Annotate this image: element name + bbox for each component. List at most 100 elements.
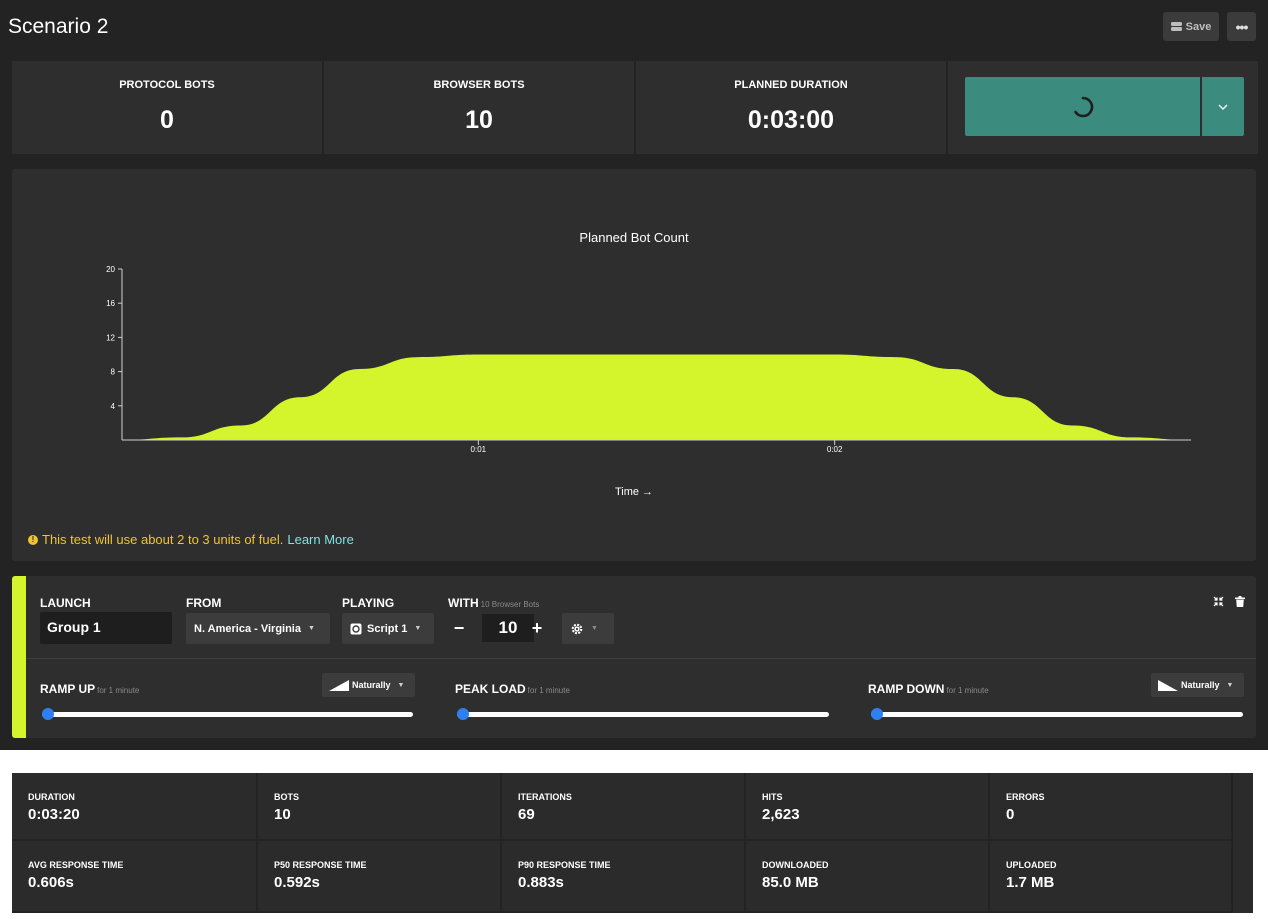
learn-more-link[interactable]: Learn More	[287, 532, 353, 547]
ramp-up-hint: for 1 minute	[97, 686, 140, 695]
more-options-button[interactable]: •••	[1227, 12, 1256, 41]
result-label: AVG RESPONSE TIME	[28, 860, 124, 870]
ramp-down-mode-select[interactable]: Naturally ▼	[1151, 673, 1244, 697]
result-label: P50 RESPONSE TIME	[274, 860, 367, 870]
save-button[interactable]: Save	[1163, 12, 1219, 41]
launch-label: LAUNCH	[40, 596, 91, 610]
result-label: ITERATIONS	[518, 792, 572, 802]
x-tick-label: 0:02	[827, 445, 843, 454]
protocol-bots-stat: PROTOCOL BOTS 0	[12, 61, 322, 154]
stat-label: PROTOCOL BOTS	[119, 79, 215, 91]
script-icon	[350, 623, 362, 634]
planned-bot-chart-panel: Planned Bot Count 4 8 12 16 20 0:01 0:02 Time →…	[12, 169, 1256, 561]
fuel-note: ! This test will use about 2 to 3 units …	[28, 532, 354, 547]
increment-button[interactable]: +	[526, 614, 548, 642]
bot-count-area	[122, 354, 1191, 440]
result-value: 10	[274, 806, 291, 823]
browser-bots-stat: BROWSER BOTS 10	[324, 61, 634, 154]
ramp-up-mode: Naturally	[352, 680, 391, 690]
stat-value: 0:03:00	[747, 106, 835, 134]
result-value: 85.0 MB	[762, 874, 819, 891]
region-value: N. America - Virginia	[194, 622, 301, 635]
stat-value: 0	[160, 106, 174, 134]
region-select[interactable]: N. America - Virginia ▼	[186, 613, 330, 644]
result-label: P90 RESPONSE TIME	[518, 860, 611, 870]
result-label: BOTS	[274, 792, 300, 802]
x-tick-label: 0:01	[471, 445, 487, 454]
launch-cell	[948, 61, 1258, 154]
result-p90-response-time: P90 RESPONSE TIME 0.883s	[502, 841, 746, 913]
peak-load-slider-track[interactable]	[457, 712, 829, 717]
result-label: DOWNLOADED	[762, 860, 829, 870]
fuel-note-text: This test will use about 2 to 3 units of…	[42, 532, 284, 547]
y-tick-label: 4	[111, 402, 116, 411]
result-value: 0.592s	[274, 874, 320, 891]
stat-label: PLANNED DURATION	[734, 79, 848, 91]
decrement-button[interactable]: −	[448, 614, 470, 642]
result-uploaded: UPLOADED 1.7 MB	[990, 841, 1233, 913]
caret-down-icon: ▼	[397, 681, 405, 689]
ramp-down-slider-track[interactable]	[871, 712, 1243, 717]
script-value: Script 1	[367, 622, 408, 635]
peak-load-label: PEAK LOAD for 1 minute	[455, 682, 570, 696]
result-bots: BOTS 10	[258, 773, 502, 841]
group-config-panel: LAUNCH Group 1 FROM N. America - Virgini…	[12, 576, 1256, 738]
result-avg-response-time: AVG RESPONSE TIME 0.606s	[12, 841, 258, 913]
page-title: Scenario 2	[8, 15, 109, 38]
peak-load-slider-handle[interactable]	[457, 708, 469, 720]
database-icon	[1170, 22, 1182, 31]
caret-down-icon: ▼	[591, 625, 598, 632]
result-value: 0	[1006, 806, 1015, 823]
from-label: FROM	[186, 596, 222, 610]
ramp-down-slider-handle[interactable]	[871, 708, 883, 720]
summary-stats: PROTOCOL BOTS 0 BROWSER BOTS 10 PLANNED …	[12, 61, 1258, 154]
ramp-up-slider-handle[interactable]	[42, 708, 54, 720]
ramp-down-label-text: RAMP DOWN	[868, 682, 945, 696]
stat-value: 10	[465, 106, 493, 134]
group-settings-select[interactable]: ▼	[562, 613, 614, 644]
peak-load-label-text: PEAK LOAD	[455, 682, 526, 696]
y-tick-label: 20	[106, 265, 115, 274]
ramp-down-mode: Naturally	[1181, 680, 1220, 690]
ramp-up-slider-track[interactable]	[42, 712, 413, 717]
results-panel: DURATION 0:03:20 BOTS 10 ITERATIONS 69 HITS…	[12, 773, 1253, 913]
script-select[interactable]: Script 1 ▼	[342, 613, 434, 644]
chevron-down-icon	[1218, 103, 1228, 110]
save-label: Save	[1185, 20, 1212, 33]
y-tick-label: 12	[106, 333, 115, 342]
info-icon: !	[28, 534, 38, 545]
ramp-down-hint: for 1 minute	[946, 686, 989, 695]
group-name-input[interactable]: Group 1	[40, 612, 172, 644]
ramp-down-shape-icon	[1158, 679, 1178, 691]
group-divider	[26, 658, 1256, 659]
launch-button[interactable]	[965, 77, 1200, 136]
scenario-app: Scenario 2 Save ••• PROTOCOL BOTS 0 BROW…	[0, 0, 1268, 750]
result-hits: HITS 2,623	[746, 773, 990, 841]
result-errors: ERRORS 0	[990, 773, 1233, 841]
ramp-up-shape-icon	[329, 679, 349, 691]
result-value: 69	[518, 806, 535, 823]
result-value: 0.883s	[518, 874, 564, 891]
loading-spinner-icon	[1073, 96, 1093, 117]
results-grid: DURATION 0:03:20 BOTS 10 ITERATIONS 69 HITS…	[12, 773, 1253, 913]
ramp-up-label: RAMP UP for 1 minute	[40, 682, 139, 696]
result-downloaded: DOWNLOADED 85.0 MB	[746, 841, 990, 913]
gear-icon	[571, 623, 583, 634]
peak-load-hint: for 1 minute	[527, 686, 570, 695]
result-value: 2,623	[762, 806, 800, 823]
group-color-stripe	[12, 576, 26, 738]
with-label: WITH 10 Browser Bots	[448, 596, 539, 610]
result-label: UPLOADED	[1006, 860, 1057, 870]
caret-down-icon: ▼	[1226, 681, 1234, 689]
result-duration: DURATION 0:03:20	[12, 773, 258, 841]
ramp-up-label-text: RAMP UP	[40, 682, 96, 696]
collapse-icon[interactable]	[1213, 596, 1224, 610]
launch-dropdown-button[interactable]	[1202, 77, 1244, 136]
stat-label: BROWSER BOTS	[433, 79, 525, 91]
caret-down-icon: ▼	[414, 625, 422, 632]
delete-icon[interactable]	[1235, 596, 1245, 610]
ramp-up-mode-select[interactable]: Naturally ▼	[322, 673, 415, 697]
ramp-down-label: RAMP DOWN for 1 minute	[868, 682, 989, 696]
result-value: 0:03:20	[28, 806, 80, 823]
y-tick-label: 16	[106, 299, 115, 308]
